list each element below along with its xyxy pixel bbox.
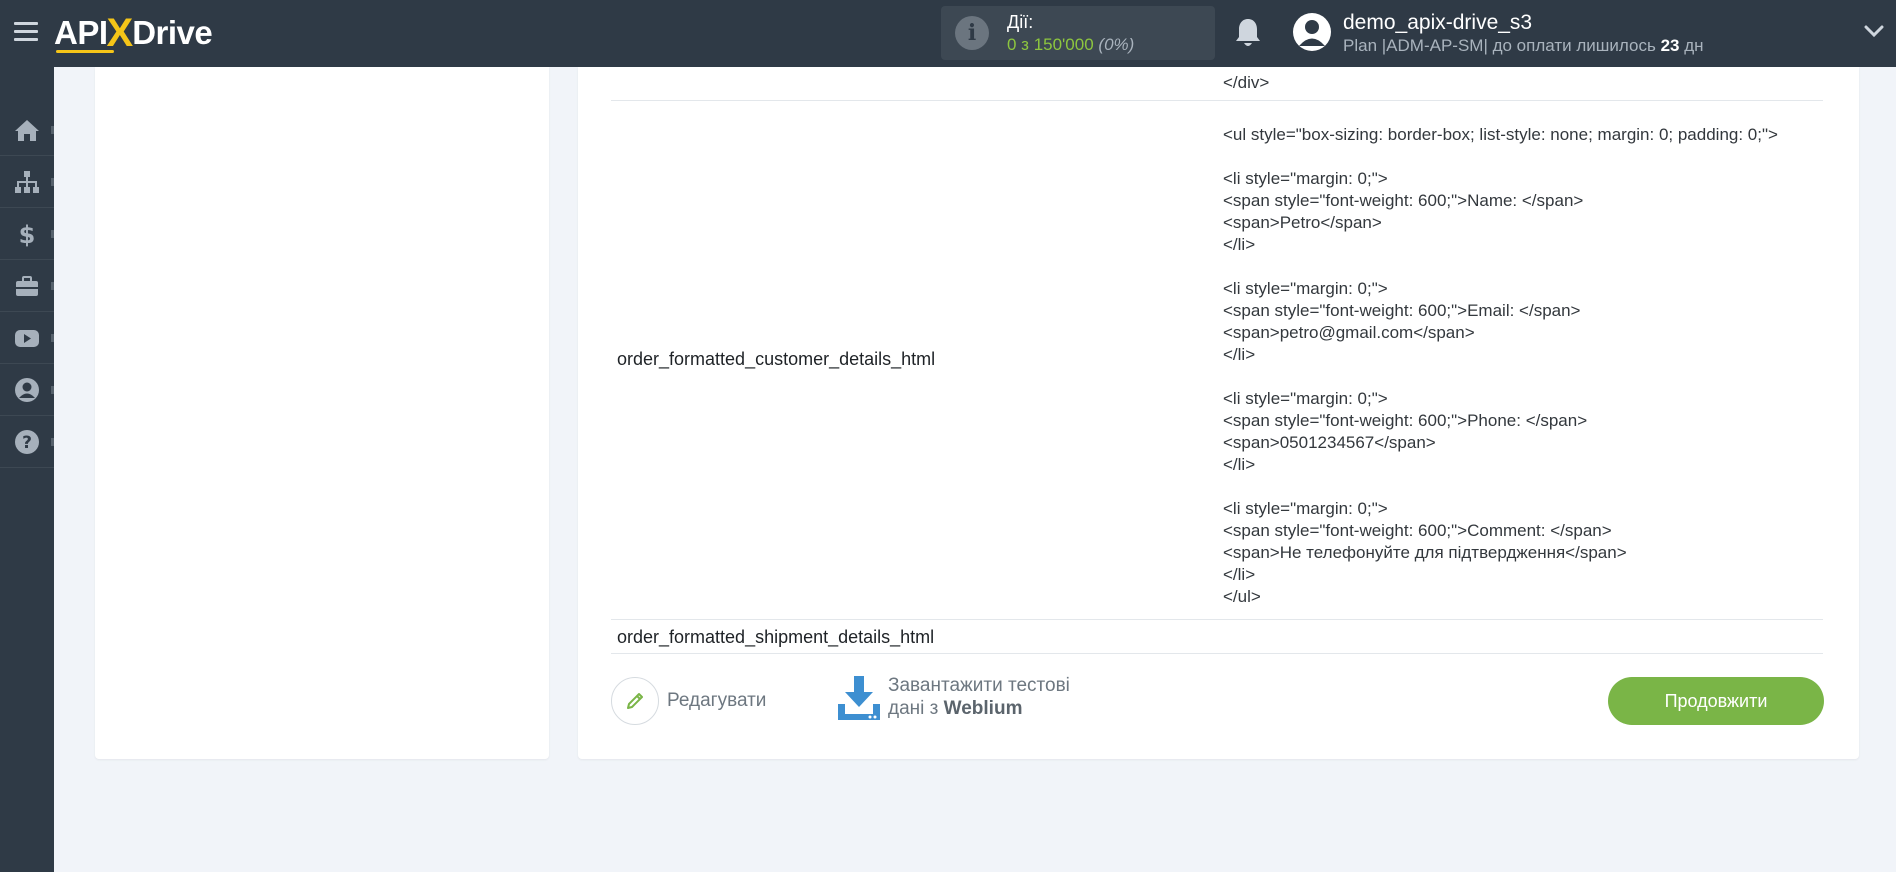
svg-text:$: $ [19, 221, 36, 248]
field-name: order_formatted_shipment_details_html [617, 627, 935, 647]
edit-icon-circle [611, 677, 659, 725]
plan-days-unit: дн [1684, 36, 1704, 55]
bell-icon[interactable] [1232, 16, 1264, 50]
sitemap-icon [15, 170, 39, 193]
main-panel: </div> order_formatted_customer_details_… [578, 67, 1859, 759]
top-bar: API X Drive i Дії: 0 з 150'000 (0%) demo… [0, 0, 1896, 67]
sidebar-item-billing[interactable]: $ [0, 208, 54, 260]
actions-counter: i Дії: 0 з 150'000 (0%) [941, 6, 1215, 60]
sidebar-item-home[interactable] [0, 104, 54, 156]
sidebar-item-help[interactable]: ? [0, 416, 54, 468]
actions-percent: (0%) [1098, 35, 1135, 54]
svg-text:?: ? [22, 433, 32, 453]
logo[interactable]: API X Drive [54, 10, 213, 56]
sidebar: $ ? [0, 67, 54, 872]
download-source: Weblium [943, 698, 1023, 719]
briefcase-icon [16, 275, 38, 296]
dollar-icon: $ [19, 221, 36, 248]
sidebar-item-connections[interactable] [0, 156, 54, 208]
sidebar-item-profile[interactable] [0, 364, 54, 416]
download-text: Завантажити тестові дані з Weblium [888, 674, 1070, 720]
sidebar-item-services[interactable] [0, 260, 54, 312]
actions-value: 0 з 150'000 (0%) [1007, 35, 1134, 55]
field-value: </div> [1223, 73, 1270, 92]
logo-underline [56, 50, 114, 53]
pencil-icon [627, 693, 643, 709]
plan-text: Plan |ADM-AP-SM| до оплати лишилось [1343, 36, 1656, 55]
left-panel [95, 67, 549, 759]
home-icon [15, 119, 39, 141]
field-row: </div> [611, 67, 1823, 101]
menu-icon[interactable] [14, 22, 38, 42]
logo-text-x: X [106, 10, 134, 55]
user-name[interactable]: demo_apix-drive_s3 [1343, 11, 1532, 35]
download-icon [838, 676, 880, 720]
youtube-icon [15, 329, 39, 347]
continue-button[interactable]: Продовжити [1608, 677, 1824, 725]
info-icon: i [955, 16, 989, 50]
logo-text-drive: Drive [132, 14, 213, 51]
field-row: order_formatted_customer_details_html <u… [611, 101, 1823, 620]
avatar[interactable] [1293, 13, 1331, 51]
logo-text-api: API [54, 14, 108, 51]
actions-label: Дії: [1007, 12, 1034, 32]
download-test-data-button[interactable]: Завантажити тестові дані з Weblium [836, 674, 1070, 722]
field-name: order_formatted_customer_details_html [617, 349, 936, 369]
download-line2-prefix: дані з [888, 698, 939, 719]
edit-label: Редагувати [667, 690, 767, 711]
field-value: <ul style="box-sizing: border-box; list-… [1223, 125, 1778, 606]
actions-count: 0 з 150'000 [1007, 35, 1094, 54]
question-icon: ? [15, 429, 39, 454]
user-circle-icon [15, 377, 39, 402]
download-line2: дані з Weblium [888, 697, 1070, 720]
chevron-down-icon[interactable] [1864, 24, 1884, 38]
download-line1: Завантажити тестові [888, 675, 1070, 696]
field-row: order_formatted_shipment_details_html [611, 620, 1823, 654]
edit-button[interactable]: Редагувати [611, 677, 766, 725]
user-plan: Plan |ADM-AP-SM| до оплати лишилось 23 д… [1343, 36, 1704, 56]
plan-days: 23 [1660, 36, 1680, 55]
sidebar-item-videos[interactable] [0, 312, 54, 364]
